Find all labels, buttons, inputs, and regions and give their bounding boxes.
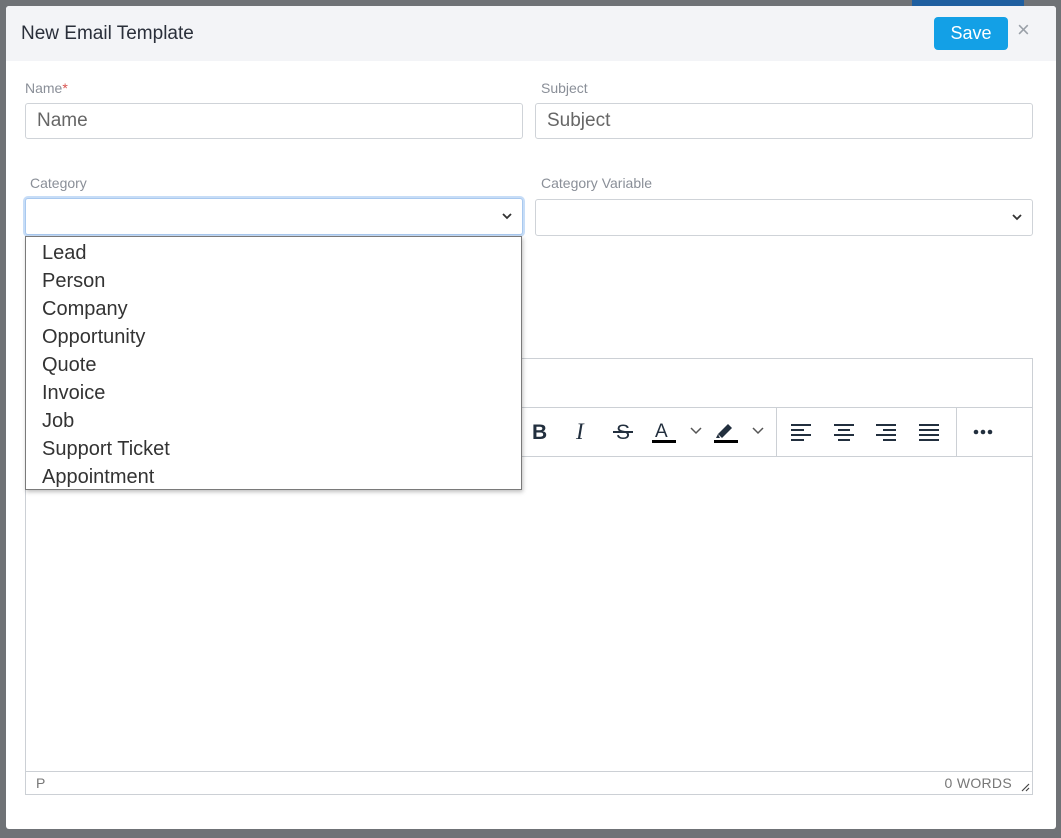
word-count: 0 WORDS [944,775,1012,791]
align-left-icon [791,424,811,441]
chevron-down-icon [502,213,512,220]
editor-content-area[interactable] [26,457,1032,771]
toolbar-separator [956,408,957,456]
new-email-template-dialog: New Email Template Save × Name* Subject … [6,6,1056,829]
category-option-job[interactable]: Job [26,407,521,435]
toolbar-separator [776,408,777,456]
more-icon [973,429,993,435]
category-variable-select[interactable] [535,199,1033,236]
dialog-header: New Email Template Save × [6,6,1056,61]
category-option-person[interactable]: Person [26,267,521,295]
align-center-icon [834,424,854,441]
align-right-button[interactable] [871,416,901,448]
name-label: Name* [25,80,68,96]
align-justify-button[interactable] [914,416,944,448]
more-button[interactable] [968,416,998,448]
editor-statusbar: P 0 WORDS [26,771,1032,794]
bold-button[interactable]: B [524,416,554,448]
category-option-invoice[interactable]: Invoice [26,379,521,407]
dialog-title: New Email Template [21,23,194,44]
svg-text:A: A [655,421,668,442]
svg-text:I: I [575,421,585,443]
highlighter-icon [714,424,764,443]
chevron-down-icon [1012,214,1022,221]
text-color-icon: A [652,421,702,443]
category-option-quote[interactable]: Quote [26,351,521,379]
save-button[interactable]: Save [934,17,1008,50]
category-option-support-ticket[interactable]: Support Ticket [26,435,521,463]
name-input[interactable] [25,103,523,139]
element-path[interactable]: P [36,775,45,791]
align-center-button[interactable] [829,416,859,448]
strikethrough-button[interactable]: S [608,416,638,448]
text-color-button[interactable]: A [648,416,706,448]
required-marker: * [62,80,68,96]
highlight-color-button[interactable] [710,416,768,448]
category-select[interactable] [25,198,523,235]
italic-button[interactable]: I [566,416,596,448]
align-right-icon [876,424,896,441]
svg-text:B: B [532,421,547,443]
close-icon[interactable]: × [1017,19,1030,41]
name-label-text: Name [25,80,63,96]
category-label: Category [30,175,87,191]
subject-input[interactable] [535,103,1033,139]
category-option-company[interactable]: Company [26,295,521,323]
resize-handle-icon[interactable] [1020,782,1030,792]
strikethrough-icon: S [613,421,633,443]
italic-icon: I [575,421,585,443]
align-justify-icon [919,424,939,441]
align-left-button[interactable] [786,416,816,448]
category-option-appointment[interactable]: Appointment [26,463,521,491]
category-variable-label: Category Variable [541,175,653,191]
bold-icon: B [532,421,547,443]
category-option-opportunity[interactable]: Opportunity [26,323,521,351]
category-option-lead[interactable]: Lead [26,239,521,267]
category-dropdown-list: Lead Person Company Opportunity Quote In… [25,236,522,490]
subject-label: Subject [541,80,588,96]
